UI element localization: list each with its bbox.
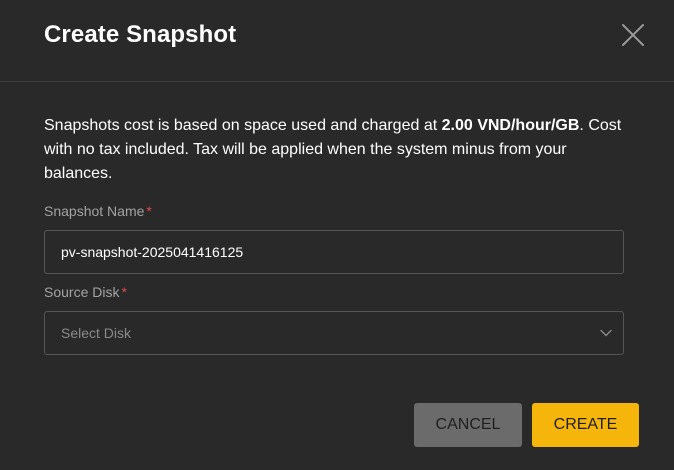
create-snapshot-dialog: Create Snapshot Snapshots cost is based … xyxy=(0,0,674,470)
required-mark: * xyxy=(121,284,127,300)
dialog-title: Create Snapshot xyxy=(44,21,237,48)
chevron-down-icon xyxy=(600,329,612,337)
create-button[interactable]: CREATE xyxy=(532,403,639,447)
snapshot-name-label: Snapshot Name * xyxy=(44,203,152,219)
close-icon xyxy=(622,24,644,46)
price-text: 2.00 VND/hour/GB xyxy=(441,117,580,134)
source-disk-label-text: Source Disk xyxy=(44,284,120,300)
source-disk-select[interactable]: Select Disk xyxy=(44,311,624,355)
close-button[interactable] xyxy=(620,22,646,48)
description-text-1: Snapshots cost is based on space used an… xyxy=(44,117,442,134)
snapshot-name-input[interactable]: pv-snapshot-2025041416125 xyxy=(44,230,624,274)
pricing-description: Snapshots cost is based on space used an… xyxy=(44,114,634,186)
snapshot-name-label-text: Snapshot Name xyxy=(44,203,145,219)
snapshot-name-value: pv-snapshot-2025041416125 xyxy=(61,244,244,260)
source-disk-label: Source Disk * xyxy=(44,284,127,300)
cancel-button[interactable]: CANCEL xyxy=(414,403,522,447)
source-disk-placeholder: Select Disk xyxy=(61,325,132,341)
required-mark: * xyxy=(146,203,152,219)
dialog-header: Create Snapshot xyxy=(0,0,674,82)
